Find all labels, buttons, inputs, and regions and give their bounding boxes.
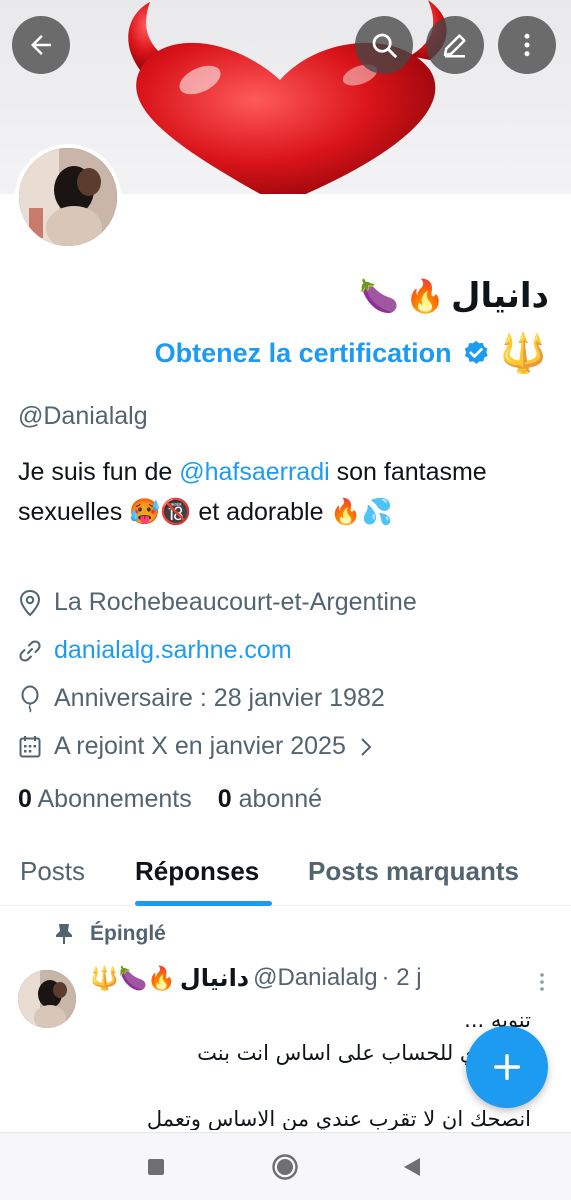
profile-avatar[interactable] (15, 144, 121, 250)
more-options-button[interactable] (498, 16, 556, 74)
recent-apps-button[interactable] (148, 1159, 164, 1179)
bio-text-prefix: Je suis fun de (18, 458, 180, 486)
calendar-icon (19, 735, 41, 757)
trident-emoji: 🔱 (499, 331, 547, 375)
display-name: دانيال (450, 276, 549, 316)
arrow-left-icon (31, 35, 51, 55)
post-author-emojis: 🔱🍆🔥 (90, 964, 176, 991)
post-author-handle[interactable]: @Danialalg (253, 964, 377, 992)
birthday-text: Anniversaire : 28 janvier 1982 (54, 684, 385, 712)
verified-badge-icon[interactable] (462, 339, 490, 367)
display-name-row: 🍆 🔥 دانيال (359, 276, 549, 316)
square-icon (148, 1159, 164, 1175)
back-system-button[interactable] (402, 1157, 422, 1181)
system-navigation-bar (0, 1132, 571, 1200)
post-time: · 2 j (381, 964, 422, 991)
compose-post-button[interactable] (466, 1026, 548, 1108)
avatar-photo (19, 148, 117, 246)
more-vertical-icon (524, 33, 530, 57)
back-button[interactable] (12, 16, 70, 74)
triangle-back-icon (404, 1158, 420, 1176)
balloon-icon (21, 685, 39, 712)
profile-bio: Je suis fun de @hafsaerradi son fantasme… (18, 452, 558, 532)
home-circle-icon (272, 1154, 298, 1180)
eggplant-emoji: 🍆 (359, 277, 400, 315)
pinned-label-row: Épinglé (54, 922, 166, 946)
post-text[interactable]: تنويه ... انا عندي للحساب على اساس انت ب… (81, 1004, 531, 1130)
following-stat[interactable]: 0 Abonnements (18, 785, 192, 814)
fire-emoji: 🔥 (405, 277, 445, 315)
certification-row: Obtenez la certification 🔱 (155, 334, 547, 372)
followers-stat[interactable]: 0 abonné (218, 785, 322, 814)
search-icon (372, 33, 397, 58)
pin-icon (56, 924, 72, 944)
location-pin-icon (19, 589, 41, 616)
tab-posts[interactable]: Posts (20, 856, 85, 887)
birthday-row: Anniversaire : 28 janvier 1982 (18, 684, 385, 713)
pinned-label: Épinglé (90, 922, 166, 945)
chevron-right-icon (361, 737, 372, 756)
joined-text: A rejoint X en janvier 2025 (54, 732, 346, 760)
profile-tabs: Posts Réponses Posts marquants (0, 842, 571, 906)
post-header: 🔱🍆🔥 دانيال @Danialalg · 2 j (90, 964, 422, 992)
post-author-name[interactable]: دانيال (180, 964, 249, 992)
tab-replies[interactable]: Réponses (135, 856, 259, 887)
get-certification-link[interactable]: Obtenez la certification (155, 338, 452, 369)
follow-stats: 0 Abonnements 0 abonné (18, 785, 322, 814)
following-label: Abonnements (37, 785, 192, 813)
home-button[interactable] (271, 1153, 299, 1185)
edit-profile-button[interactable] (426, 16, 484, 74)
location-row: La Rochebeaucourt-et-Argentine (18, 588, 417, 617)
link-icon (19, 639, 41, 662)
post-author-avatar[interactable] (18, 970, 76, 1028)
avatar-photo-small (18, 970, 76, 1028)
search-button[interactable] (355, 16, 413, 74)
website-row: danialalg.sarhne.com (18, 636, 292, 665)
edit-pen-icon (443, 34, 466, 58)
website-link[interactable]: danialalg.sarhne.com (54, 636, 292, 665)
following-count: 0 (18, 785, 32, 813)
active-tab-indicator (135, 901, 272, 906)
post-more-button[interactable] (536, 970, 548, 998)
joined-row[interactable]: A rejoint X en janvier 2025 (18, 732, 374, 761)
bio-mention-link[interactable]: @hafsaerradi (179, 458, 329, 486)
plus-icon (493, 1053, 521, 1081)
followers-count: 0 (217, 785, 232, 813)
profile-handle: @Danialalg (18, 402, 148, 430)
more-vertical-icon (540, 973, 544, 991)
followers-label: abonné (238, 785, 323, 813)
location-text: La Rochebeaucourt-et-Argentine (54, 588, 417, 616)
tab-highlights[interactable]: Posts marquants (308, 856, 519, 887)
